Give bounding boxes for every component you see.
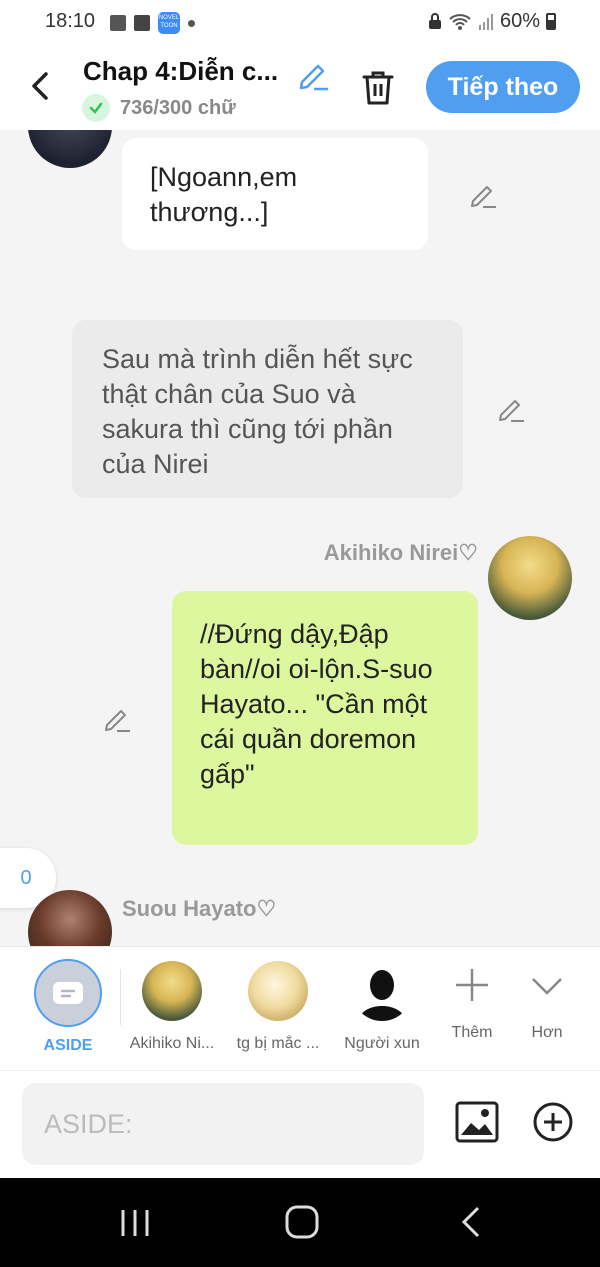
avatar — [352, 961, 412, 1021]
capcut-icon — [134, 15, 150, 31]
word-count: 736/300 chữ — [120, 97, 236, 119]
more-button[interactable]: Hơn — [516, 965, 578, 1042]
pencil-icon — [499, 400, 524, 422]
plus-icon — [456, 969, 488, 1001]
input-bar: ASIDE: — [0, 1070, 600, 1179]
avatar[interactable] — [488, 536, 572, 620]
recent-apps-button[interactable] — [118, 1206, 152, 1240]
message-text: [Ngoann,em thương...] — [150, 162, 298, 227]
avatar — [142, 961, 202, 1021]
status-bar: 18:10 NOVEL TOON 60% — [0, 0, 600, 46]
wifi-icon — [449, 13, 471, 30]
delete-button[interactable] — [360, 68, 396, 108]
chapter-title[interactable]: Chap 4:Diễn c... — [83, 56, 278, 87]
trash-icon — [362, 71, 394, 105]
check-icon — [89, 102, 103, 114]
aside-option[interactable]: ASIDE — [28, 959, 108, 1055]
character-toolbar: ASIDE Akihiko Ni... tg bị mắc ... Người … — [0, 946, 600, 1071]
edit-title-button[interactable] — [296, 58, 330, 92]
check-badge — [82, 94, 110, 122]
chevron-left-icon — [32, 72, 48, 100]
image-icon — [455, 1101, 499, 1143]
editor-header: Chap 4:Diễn c... 736/300 chữ Tiếp theo — [0, 46, 600, 130]
message-text: //Đứng dậy,Đập bàn//oi oi-lộn.S-suo Haya… — [200, 619, 433, 789]
message-bubble[interactable]: [Ngoann,em thương...] — [122, 138, 428, 250]
lock-icon — [428, 13, 441, 29]
silhouette-icon — [358, 970, 406, 1021]
toolbar-divider — [120, 969, 121, 1025]
narration-bubble[interactable]: Sau mà trình diễn hết sực thật chân của … — [72, 320, 463, 498]
pencil-icon — [471, 186, 496, 208]
avatar[interactable] — [28, 130, 112, 168]
more-notifications-icon — [188, 19, 195, 27]
character-option[interactable]: Người xun — [334, 961, 430, 1053]
message-text: Sau mà trình diễn hết sực thật chân của … — [102, 344, 413, 479]
status-time: 18:10 — [45, 10, 96, 32]
add-button[interactable] — [532, 1101, 574, 1143]
aside-label: ASIDE — [43, 1037, 93, 1054]
chevron-left-icon — [461, 1206, 480, 1238]
plus-circle-icon — [533, 1102, 573, 1142]
add-character-button[interactable]: Thêm — [440, 965, 504, 1042]
character-option[interactable]: Akihiko Ni... — [124, 961, 220, 1053]
speaker-name: Akihiko Nirei♡ — [323, 540, 478, 565]
chat-area[interactable]: [Ngoann,em thương...] Sau mà trình diễn … — [0, 130, 600, 946]
pencil-icon — [105, 710, 130, 732]
image-button[interactable] — [454, 1099, 500, 1145]
aside-icon — [34, 959, 102, 1027]
home-button[interactable] — [284, 1204, 320, 1240]
edit-message-button[interactable] — [102, 704, 132, 734]
battery-icon — [546, 13, 556, 30]
pencil-icon — [299, 64, 328, 91]
character-label: Người xun — [344, 1035, 420, 1052]
system-indicators: 60% — [428, 10, 556, 33]
back-nav-button[interactable] — [456, 1204, 486, 1240]
back-button[interactable] — [26, 66, 56, 106]
signal-icon — [478, 13, 493, 30]
edit-message-button[interactable] — [496, 394, 526, 424]
home-icon — [285, 1205, 319, 1239]
add-label: Thêm — [451, 1024, 493, 1041]
next-button[interactable]: Tiếp theo — [426, 61, 580, 113]
message-bubble[interactable]: //Đứng dậy,Đập bàn//oi oi-lộn.S-suo Haya… — [172, 591, 478, 845]
recents-icon — [121, 1210, 149, 1236]
chevron-down-icon — [532, 978, 562, 995]
counter-value: 0 — [20, 866, 32, 889]
character-option[interactable]: tg bị mắc ... — [230, 961, 326, 1053]
battery-percent: 60% — [499, 10, 540, 32]
system-navigation-bar — [0, 1178, 600, 1267]
gallery-icon — [110, 15, 126, 31]
novel-toon-icon: NOVEL TOON — [158, 12, 180, 34]
notification-icons: NOVEL TOON — [110, 12, 195, 34]
speaker-name: Suou Hayato♡ — [122, 896, 277, 921]
avatar — [248, 961, 308, 1021]
character-label: Akihiko Ni... — [129, 1035, 215, 1052]
edit-message-button[interactable] — [468, 180, 498, 210]
more-label: Hơn — [531, 1024, 563, 1041]
character-label: tg bị mắc ... — [236, 1035, 320, 1052]
message-icon — [53, 982, 83, 1004]
message-input[interactable]: ASIDE: — [22, 1083, 424, 1165]
